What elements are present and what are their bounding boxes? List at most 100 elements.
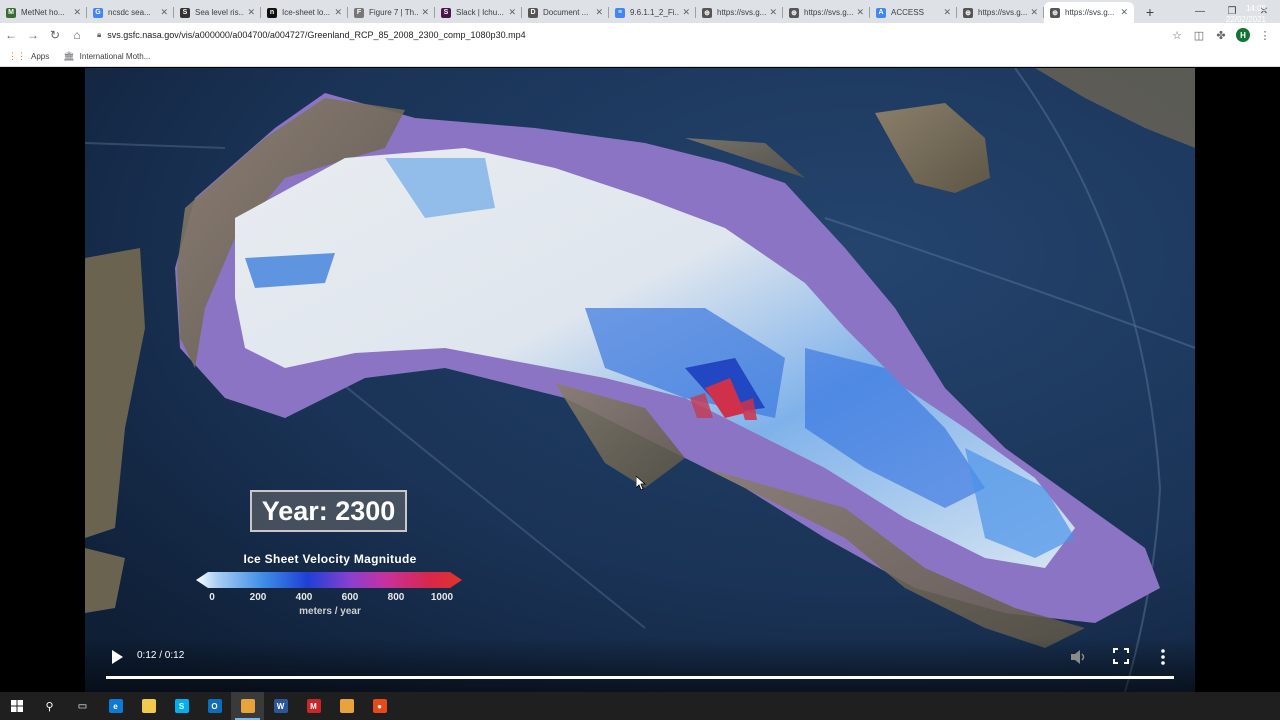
tab-strip: M MetNet ho... ✕ Gncsdc sea... ✕ S Sea level r… [0, 0, 1280, 23]
browser-tab[interactable]: S Sea level ris... ✕ [174, 2, 261, 23]
new-tab-button[interactable]: + [1140, 2, 1160, 22]
minimize-button[interactable]: — [1184, 0, 1216, 22]
browser-tab[interactable]: ⊕ https://svs.g... ✕ [696, 2, 783, 23]
taskbar-app-edge[interactable]: e [99, 692, 132, 720]
close-tab-icon[interactable]: ✕ [769, 7, 777, 18]
tab-title: https://svs.g... [717, 8, 767, 17]
progress-bar[interactable] [106, 676, 1174, 679]
close-tab-icon[interactable]: ✕ [1030, 7, 1038, 18]
tick-label: 400 [295, 592, 313, 603]
puzzle-icon[interactable]: ✤ [1210, 25, 1232, 45]
close-tab-icon[interactable]: ✕ [247, 7, 255, 18]
browser-tab[interactable]: F Figure 7 | Th... ✕ [348, 2, 435, 23]
url-text: svs.gsfc.nasa.gov/vis/a000000/a004700/a0… [107, 29, 526, 40]
tab-title: https://svs.g... [978, 8, 1028, 17]
browser-tab[interactable]: A ACCESS ✕ [870, 2, 957, 23]
tab-favicon-icon: ⊕ [963, 7, 973, 18]
forward-button[interactable]: → [22, 24, 44, 46]
close-tab-icon[interactable]: ✕ [595, 7, 603, 18]
close-tab-icon[interactable]: ✕ [334, 7, 342, 18]
start-button[interactable] [0, 692, 33, 720]
bookmark-label: Apps [31, 51, 50, 61]
tab-title: Ice-sheet lo... [282, 8, 331, 17]
taskbar-app-chrome[interactable] [231, 692, 264, 720]
close-tab-icon[interactable]: ✕ [160, 7, 168, 18]
browser-tab[interactable]: D Document ... ✕ [522, 2, 609, 23]
reload-button[interactable]: ↻ [44, 24, 66, 46]
tab-title: Slack | Ichu... [456, 8, 504, 17]
video-controls: 0:12 / 0:12 [0, 638, 1280, 692]
browser-tab[interactable]: S Slack | Ichu... ✕ [435, 2, 522, 23]
search-button[interactable]: ⚲ [33, 692, 66, 720]
menu-icon[interactable]: ⋮ [1254, 25, 1276, 45]
app-orange-icon: ● [372, 699, 387, 713]
profile-avatar[interactable]: H [1236, 28, 1250, 42]
browser-tab[interactable]: ⊕ https://svs.g... ✕ [957, 2, 1044, 23]
mouse-cursor-icon [636, 476, 646, 490]
legend-title: Ice Sheet Velocity Magnitude [243, 552, 417, 566]
tab-favicon-icon: ⊕ [1050, 7, 1060, 18]
app-red-icon: M [306, 699, 321, 713]
taskbar-app-app-red[interactable]: M [297, 692, 330, 720]
browser-tab[interactable]: Gncsdc sea... ✕ [87, 2, 174, 23]
tab-title: 9.6.1.1_2_Fi... [630, 8, 680, 17]
close-tab-icon[interactable]: ✕ [682, 7, 690, 18]
skype-icon: S [174, 699, 189, 713]
tab-favicon-icon: ⊕ [702, 7, 712, 18]
taskbar-app-app-orange[interactable]: ● [363, 692, 396, 720]
browser-tab[interactable]: M MetNet ho... ✕ [0, 2, 87, 23]
tick-label: 1000 [430, 592, 454, 603]
bookmark-apps[interactable]: ⋮⋮ Apps [8, 51, 49, 62]
edge-icon: e [108, 699, 123, 713]
address-bar[interactable]: 🔒︎ svs.gsfc.nasa.gov/vis/a000000/a004700… [97, 25, 1187, 44]
tab-favicon-icon: n [267, 7, 277, 18]
browser-tab[interactable]: n Ice-sheet lo... ✕ [261, 2, 348, 23]
tab-title: MetNet ho... [21, 8, 65, 17]
tab-title: https://svs.g... [1065, 8, 1115, 17]
close-tab-icon[interactable]: ✕ [73, 7, 81, 18]
taskbar-app-file-explorer[interactable] [132, 692, 165, 720]
tick-label: 800 [387, 592, 405, 603]
browser-tab[interactable]: ⊕ https://svs.g... ✕ [1044, 2, 1134, 23]
fullscreen-button[interactable] [1112, 647, 1130, 665]
close-tab-icon[interactable]: ✕ [421, 7, 429, 18]
lock-icon: 🔒︎ [97, 29, 102, 39]
play-button[interactable] [108, 648, 126, 666]
browser-toolbar: ← → ↻ ⌂ 🔒︎ svs.gsfc.nasa.gov/vis/a000000… [0, 23, 1280, 46]
tab-title: ACCESS [891, 8, 924, 17]
taskbar-app-word[interactable]: W [264, 692, 297, 720]
bookmark-international[interactable]: 🏛︎ International Moth... [63, 51, 150, 62]
taskbar-app-skype[interactable]: S [165, 692, 198, 720]
close-tab-icon[interactable]: ✕ [856, 7, 864, 18]
clock-time: 14:09 [1245, 4, 1266, 13]
close-tab-icon[interactable]: ✕ [508, 7, 516, 18]
star-icon[interactable]: ☆ [1166, 25, 1188, 45]
tab-favicon-icon: ≡ [615, 7, 625, 18]
close-tab-icon[interactable]: ✕ [943, 7, 951, 18]
browser-tab[interactable]: ⊕ https://svs.g... ✕ [783, 2, 870, 23]
time-display: 0:12 / 0:12 [137, 650, 185, 661]
bookmarks-bar: ⋮⋮ Apps 🏛︎ International Moth... [0, 46, 1280, 67]
task-view-button[interactable]: ▭ [66, 692, 99, 720]
video-player[interactable]: Year: 2300 Ice Sheet Velocity Magnitude … [0, 68, 1280, 692]
close-tab-icon[interactable]: ✕ [1120, 7, 1128, 18]
chrome-2-icon [339, 699, 354, 713]
taskbar-app-chrome-2[interactable] [330, 692, 363, 720]
taskbar-app-outlook[interactable]: O [198, 692, 231, 720]
back-button[interactable]: ← [0, 24, 22, 46]
windows-taskbar: ⚲ ▭ e S O W M ● [0, 692, 1280, 720]
more-options-icon[interactable] [1155, 647, 1171, 667]
tab-title: ncsdc sea... [108, 8, 151, 17]
clock-date: 22/02/2021 [1225, 15, 1266, 24]
system-clock[interactable]: 14:09 22/02/2021 [1226, 3, 1266, 25]
tab-favicon-icon: G [93, 7, 103, 18]
browser-tab[interactable]: ≡ 9.6.1.1_2_Fi... ✕ [609, 2, 696, 23]
home-icon[interactable]: ⌂ [66, 24, 88, 46]
tab-title: Document ... [543, 8, 589, 17]
volume-icon[interactable] [1068, 647, 1088, 667]
building-icon: 🏛︎ [63, 50, 75, 61]
tab-title: https://svs.g... [804, 8, 854, 17]
extension-icon[interactable]: ◫ [1188, 25, 1210, 45]
tab-title: Sea level ris... [195, 8, 245, 17]
tab-favicon-icon: S [180, 7, 190, 18]
